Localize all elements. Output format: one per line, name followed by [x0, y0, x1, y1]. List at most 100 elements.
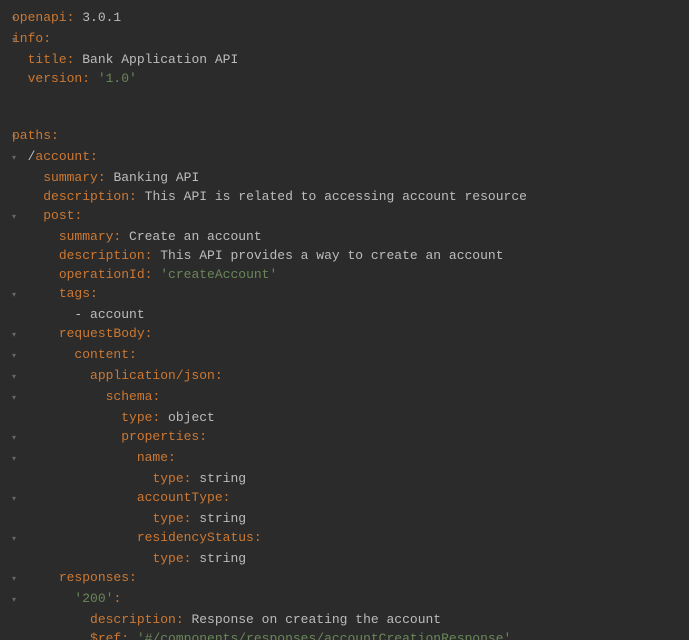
code-line[interactable]: $ref: '#/components/responses/accountCre… — [10, 629, 689, 640]
yaml-key: requestBody — [59, 326, 145, 341]
indent — [12, 549, 152, 568]
yaml-colon: : — [145, 326, 153, 341]
code-line[interactable]: description: Response on creating the ac… — [10, 610, 689, 629]
code-line[interactable]: description: This API is related to acce… — [10, 187, 689, 206]
yaml-key: residencyStatus — [137, 530, 254, 545]
code-line[interactable]: schema: — [10, 387, 689, 408]
yaml-key: post — [43, 208, 74, 223]
code-line[interactable]: paths: — [10, 126, 689, 147]
code-line[interactable] — [10, 107, 689, 126]
code-line[interactable]: /account: — [10, 147, 689, 168]
yaml-string: 'createAccount' — [160, 267, 277, 282]
code-line[interactable]: type: string — [10, 549, 689, 568]
code-line[interactable]: type: string — [10, 509, 689, 528]
yaml-key: info — [12, 31, 43, 46]
yaml-key: content — [74, 347, 129, 362]
code-line[interactable]: responses: — [10, 568, 689, 589]
yaml-key: description — [90, 612, 176, 627]
yaml-colon: : — [82, 71, 98, 86]
yaml-colon: : — [152, 389, 160, 404]
yaml-colon: : — [98, 170, 114, 185]
yaml-key: application/json — [90, 368, 215, 383]
yaml-key: tags — [59, 286, 90, 301]
yaml-string: '200' — [74, 591, 113, 606]
code-line[interactable]: content: — [10, 345, 689, 366]
code-line[interactable]: residencyStatus: — [10, 528, 689, 549]
indent — [12, 629, 90, 640]
yaml-colon: : — [176, 612, 192, 627]
yaml-colon: : — [184, 471, 200, 486]
code-line[interactable]: openapi: 3.0.1 — [10, 8, 689, 29]
code-line[interactable]: post: — [10, 206, 689, 227]
yaml-colon: : — [113, 591, 121, 606]
code-editor[interactable]: openapi: 3.0.1info: title: Bank Applicat… — [10, 8, 689, 640]
code-line[interactable]: summary: Banking API — [10, 168, 689, 187]
yaml-key: title — [28, 52, 67, 67]
yaml-key: type — [121, 410, 152, 425]
yaml-colon: : — [199, 429, 207, 444]
indent — [12, 589, 74, 608]
code-line[interactable]: title: Bank Application API — [10, 50, 689, 69]
yaml-value: string — [199, 511, 246, 526]
code-line[interactable]: name: — [10, 448, 689, 469]
yaml-value: Create an account — [129, 229, 262, 244]
code-line[interactable]: description: This API provides a way to … — [10, 246, 689, 265]
yaml-colon: : — [215, 368, 223, 383]
code-line[interactable]: version: '1.0' — [10, 69, 689, 88]
yaml-key: type — [152, 511, 183, 526]
indent — [12, 50, 28, 69]
yaml-value: This API provides a way to create an acc… — [160, 248, 503, 263]
code-line[interactable]: requestBody: — [10, 324, 689, 345]
yaml-colon: : — [90, 149, 98, 164]
indent — [12, 528, 137, 547]
code-line[interactable]: properties: — [10, 427, 689, 448]
yaml-key: summary — [59, 229, 114, 244]
indent — [12, 246, 59, 265]
code-line[interactable]: summary: Create an account — [10, 227, 689, 246]
indent — [12, 610, 90, 629]
yaml-string: '1.0' — [98, 71, 137, 86]
code-line[interactable]: type: object — [10, 408, 689, 427]
yaml-value: 3.0.1 — [82, 10, 121, 25]
code-line[interactable]: tags: — [10, 284, 689, 305]
indent — [12, 305, 74, 324]
yaml-key: schema — [106, 389, 153, 404]
indent — [12, 168, 43, 187]
indent — [12, 345, 74, 364]
yaml-key: description — [43, 189, 129, 204]
indent — [12, 284, 59, 303]
yaml-value: string — [199, 471, 246, 486]
yaml-colon: : — [254, 530, 262, 545]
yaml-value: Banking API — [113, 170, 199, 185]
indent — [12, 69, 28, 88]
indent — [12, 206, 43, 225]
code-line[interactable]: application/json: — [10, 366, 689, 387]
code-line[interactable]: accountType: — [10, 488, 689, 509]
yaml-key: type — [152, 551, 183, 566]
yaml-colon: : — [184, 551, 200, 566]
yaml-key: responses — [59, 570, 129, 585]
yaml-colon: : — [113, 229, 129, 244]
yaml-colon: : — [129, 347, 137, 362]
yaml-key: description — [59, 248, 145, 263]
yaml-key: version — [28, 71, 83, 86]
yaml-key: summary — [43, 170, 98, 185]
yaml-key: accountType — [137, 490, 223, 505]
indent — [12, 427, 121, 446]
indent — [12, 227, 59, 246]
code-line[interactable]: - account — [10, 305, 689, 324]
yaml-key: type — [152, 471, 183, 486]
yaml-value: object — [168, 410, 215, 425]
code-line[interactable]: '200': — [10, 589, 689, 610]
yaml-colon: : — [129, 570, 137, 585]
yaml-key: properties — [121, 429, 199, 444]
indent — [12, 147, 28, 166]
code-line[interactable]: operationId: 'createAccount' — [10, 265, 689, 284]
yaml-colon: : — [145, 267, 161, 282]
code-line[interactable] — [10, 88, 689, 107]
code-line[interactable]: info: — [10, 29, 689, 50]
yaml-value: - account — [74, 307, 144, 322]
yaml-colon: : — [74, 208, 82, 223]
code-line[interactable]: type: string — [10, 469, 689, 488]
indent — [12, 488, 137, 507]
